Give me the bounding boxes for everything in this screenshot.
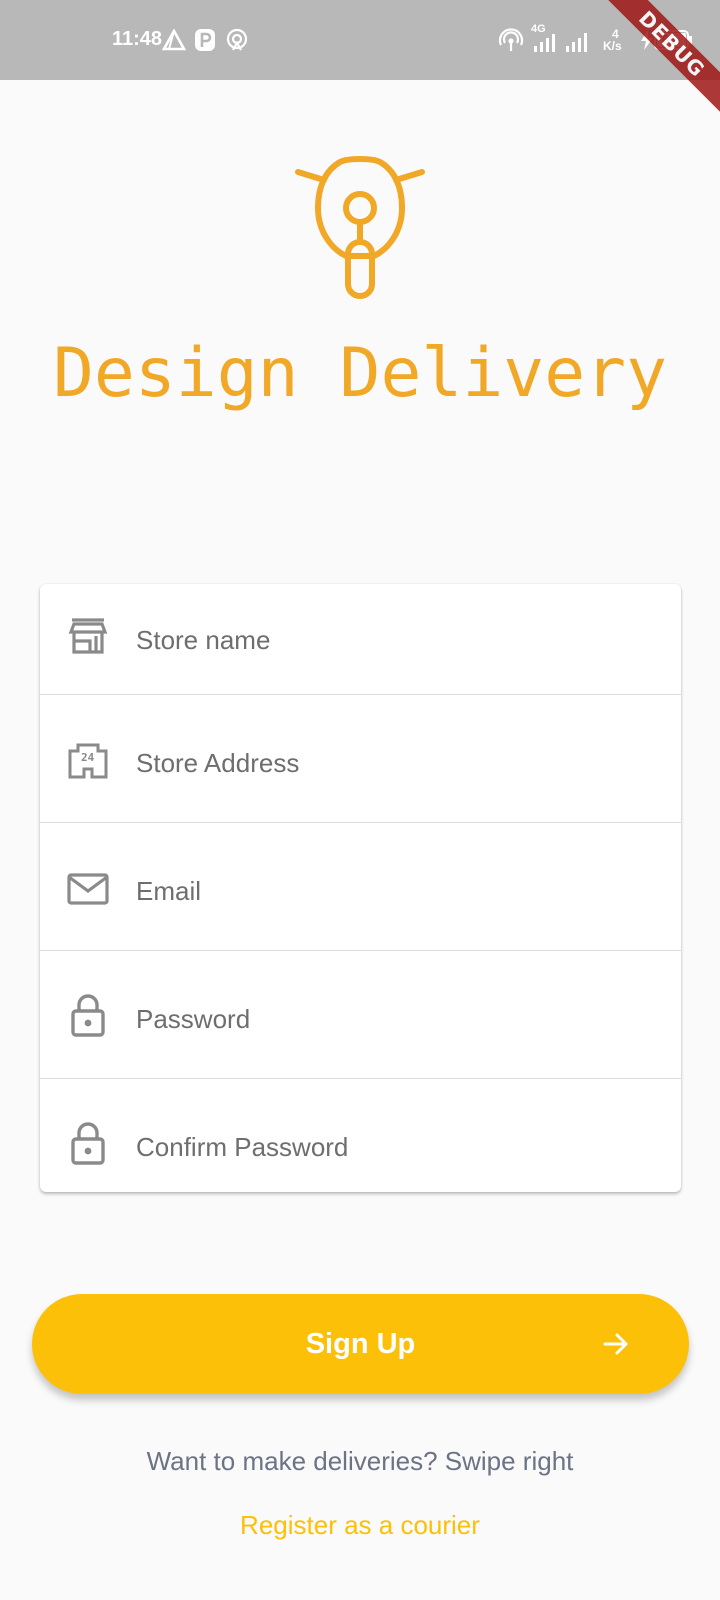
status-bar: 11:48 4G 4 K/s (0, 0, 720, 80)
swipe-hint-text: Want to make deliveries? Swipe right (146, 1446, 574, 1476)
wifi-calling-icon (498, 28, 524, 51)
lock-icon (71, 1122, 105, 1165)
sign-up-button[interactable]: Sign Up (32, 1294, 689, 1394)
email-input[interactable] (136, 869, 661, 913)
password-input[interactable] (136, 997, 661, 1041)
svg-text:24: 24 (81, 751, 95, 764)
confirm-password-row (40, 1079, 681, 1192)
mail-icon (67, 873, 109, 905)
arrow-right-icon (603, 1333, 628, 1355)
password-row (40, 951, 681, 1079)
status-time: 11:48 (112, 28, 163, 50)
speed-unit: K/s (603, 39, 622, 53)
app-title: Design Delivery (52, 334, 668, 413)
building-24h-icon: 24 (68, 743, 108, 779)
store-name-input[interactable] (136, 618, 661, 662)
email-row (40, 823, 681, 951)
sign-up-label: Sign Up (305, 1328, 416, 1360)
p-icon (195, 29, 215, 51)
register-courier-link[interactable]: Register as a courier (0, 1510, 720, 1541)
store-name-row (40, 584, 681, 695)
store-icon (68, 618, 108, 654)
delta-icon (162, 29, 186, 51)
store-address-row: 24 (40, 695, 681, 823)
confirm-password-input[interactable] (136, 1125, 661, 1169)
hotspot-icon (226, 28, 248, 51)
signal-icon (534, 34, 555, 52)
signup-screen: 11:48 4G 4 K/s DEBUG Design Delivery Sto… (0, 0, 720, 1600)
scooter-icon (295, 156, 425, 299)
signup-form-card: 24 (40, 584, 681, 1192)
signal-icon (566, 33, 587, 52)
store-address-input[interactable] (136, 741, 661, 785)
lock-icon (71, 994, 105, 1037)
